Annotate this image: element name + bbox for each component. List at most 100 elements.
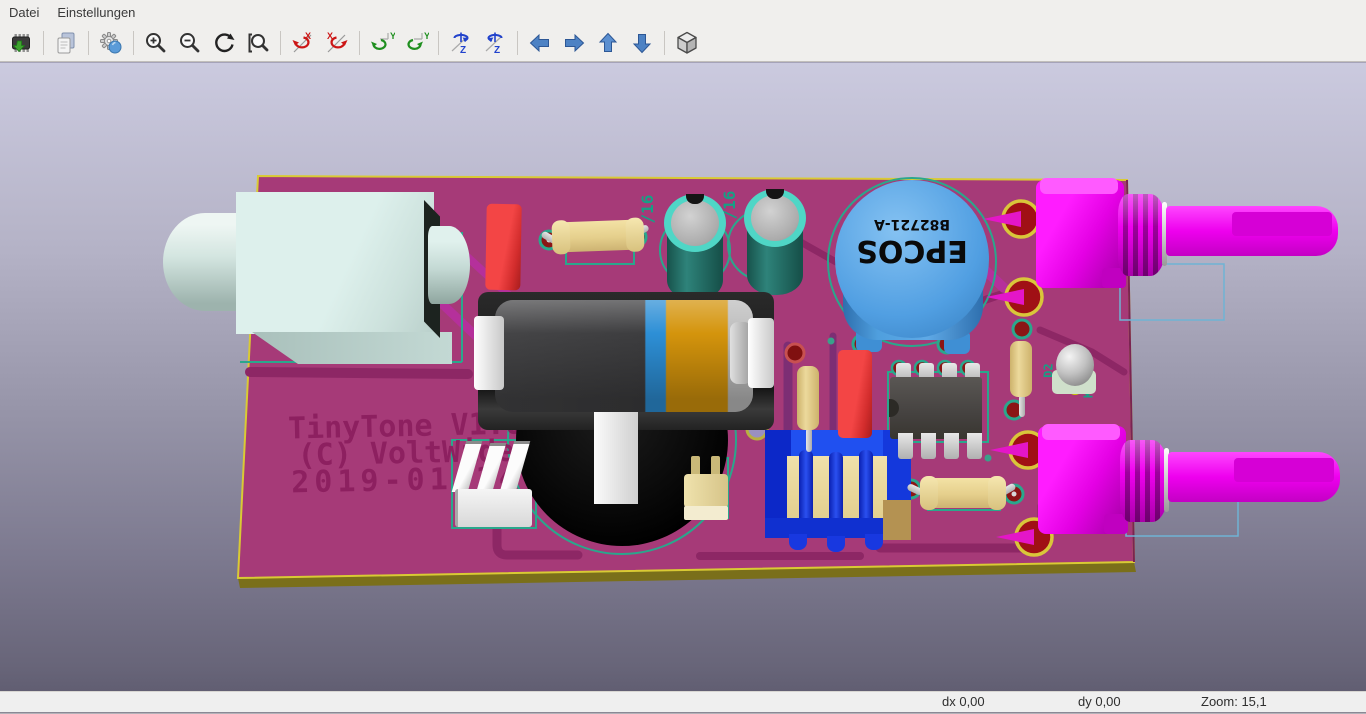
zoom-in-button[interactable] <box>139 27 173 59</box>
move-down-icon <box>629 30 655 56</box>
film-capacitor-1 <box>485 204 521 291</box>
menubar: Datei Einstellungen <box>0 0 1366 25</box>
audio-jack-barrel <box>163 213 247 311</box>
header-foot <box>865 534 883 550</box>
render-options-button[interactable] <box>94 27 128 59</box>
ic-pin <box>921 433 936 459</box>
potentiometer-top <box>1036 180 1342 292</box>
epcos-label: EPCOS B82721-A <box>835 215 989 267</box>
rotate-z-negative-button[interactable]: Z <box>444 27 478 59</box>
header-foot <box>789 534 807 550</box>
statusbar: dx 0,00 dy 0,00 Zoom: 15,1 <box>0 691 1366 712</box>
svg-text:Y: Y <box>424 31 429 41</box>
audio-jack-front-face <box>252 332 452 364</box>
zoom-out-button[interactable] <box>173 27 207 59</box>
toolbar-separator <box>438 31 439 55</box>
jumper-base <box>684 506 728 520</box>
jumper-body <box>684 474 728 508</box>
battery-holder-latch <box>594 402 638 504</box>
ic-pin <box>898 433 913 459</box>
orthographic-view-button[interactable] <box>670 27 704 59</box>
spi2-jumper <box>684 460 728 520</box>
battery-clip-left <box>474 316 504 390</box>
rotate-x-positive-icon: X <box>324 30 350 56</box>
pot-bushing <box>1118 194 1166 276</box>
resistor-lead <box>806 428 812 452</box>
resistor-horizontal-1 <box>554 219 643 252</box>
rotate-y-positive-icon: Y <box>403 30 429 56</box>
copy-image-button[interactable] <box>49 27 83 59</box>
capacitor-top <box>671 200 719 246</box>
rotate-y-negative-icon: Y <box>369 30 395 56</box>
3d-viewport[interactable]: TinyTone V1.0 (C) VoltWide 2019-01-14 /1… <box>0 62 1366 691</box>
zoom-out-icon <box>177 30 203 56</box>
battery <box>495 300 753 412</box>
3d-scene: TinyTone V1.0 (C) VoltWide 2019-01-14 /1… <box>0 62 1366 691</box>
rotate-z-positive-button[interactable]: Z <box>478 27 512 59</box>
rotate-y-positive-button[interactable]: Y <box>399 27 433 59</box>
rotate-y-negative-button[interactable]: Y <box>365 27 399 59</box>
status-dx: dx 0,00 <box>942 694 985 709</box>
toolbar-separator <box>280 31 281 55</box>
resistor-lead <box>1019 395 1025 417</box>
move-left-button[interactable] <box>523 27 557 59</box>
redraw-icon <box>211 30 237 56</box>
resistor-horizontal-2 <box>922 478 1004 508</box>
menu-einstellungen[interactable]: Einstellungen <box>48 1 144 24</box>
led-d2 <box>1056 344 1094 386</box>
svg-text:Y: Y <box>390 31 395 41</box>
dip8-ic <box>890 375 984 465</box>
header-foot <box>827 536 845 552</box>
toolbar-separator <box>517 31 518 55</box>
move-down-button[interactable] <box>625 27 659 59</box>
rotate-x-positive-button[interactable]: X <box>320 27 354 59</box>
electrolytic-capacitor-2 <box>744 189 806 299</box>
svg-text:Z: Z <box>494 45 500 56</box>
render-options-icon <box>98 30 124 56</box>
zoom-to-fit-icon <box>245 30 271 56</box>
kicad-3d-viewer-window: Datei Einstellungen <box>0 0 1366 714</box>
svg-text:Z: Z <box>460 45 466 56</box>
move-left-icon <box>527 30 553 56</box>
move-right-button[interactable] <box>557 27 591 59</box>
move-up-icon <box>595 30 621 56</box>
toolbar-separator <box>664 31 665 55</box>
header-pin <box>859 450 873 524</box>
capacitor-top <box>751 195 799 241</box>
toolbar-separator <box>88 31 89 55</box>
status-dy: dy 0,00 <box>1078 694 1121 709</box>
toolbar-separator <box>133 31 134 55</box>
header-pin <box>799 450 813 524</box>
rotate-z-negative-icon: Z <box>448 30 474 56</box>
move-up-button[interactable] <box>591 27 625 59</box>
pot-shaft <box>1168 452 1340 502</box>
ic-pin <box>944 433 959 459</box>
connector-base <box>455 489 532 527</box>
header-pin <box>829 452 843 526</box>
header-corner <box>883 500 911 540</box>
reload-board-icon <box>8 30 34 56</box>
resistor-vertical-2 <box>1010 341 1032 397</box>
battery-clip-right <box>748 318 774 388</box>
reload-board-button[interactable] <box>4 27 38 59</box>
zoom-to-fit-button[interactable] <box>241 27 275 59</box>
orthographic-view-icon <box>674 30 700 56</box>
move-right-icon <box>561 30 587 56</box>
toolbar: X X Y <box>0 25 1366 62</box>
rotate-x-negative-button[interactable]: X <box>286 27 320 59</box>
electrolytic-capacitor-1 <box>664 194 726 304</box>
pot-shaft <box>1166 206 1338 256</box>
menu-datei[interactable]: Datei <box>0 1 48 24</box>
status-zoom: Zoom: 15,1 <box>1201 694 1267 709</box>
pot-bushing <box>1120 440 1168 522</box>
copy-image-icon <box>53 30 79 56</box>
redraw-button[interactable] <box>207 27 241 59</box>
ic-body <box>890 377 982 439</box>
rotate-x-negative-icon: X <box>290 30 316 56</box>
audio-jack-nub <box>428 226 470 304</box>
potentiometer-bottom <box>1038 426 1344 538</box>
zoom-in-icon <box>143 30 169 56</box>
pin-header-white <box>455 443 535 529</box>
ic-pin <box>967 433 982 459</box>
resistor-vertical-1 <box>797 366 819 430</box>
